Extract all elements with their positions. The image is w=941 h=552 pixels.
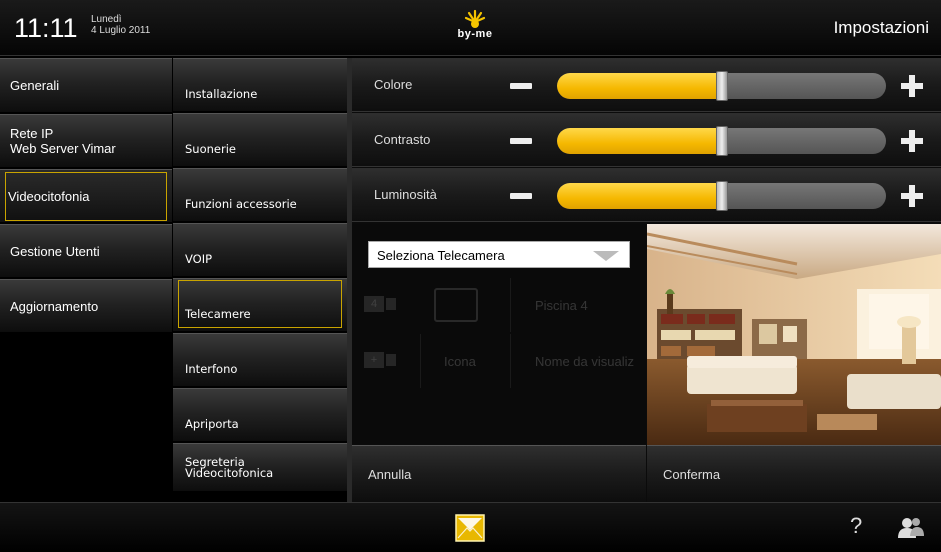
secondary-menu: Installazione Suonerie Funzioni accessor… [173,58,347,502]
slider-row-colore: Colore [352,58,941,112]
plus-icon[interactable] [901,185,923,207]
page-title: Impostazioni [833,18,929,37]
submenu-item-label: Installazione [185,87,258,101]
submenu-item-label: Segreteria Videocitofonica [185,454,274,480]
minus-icon[interactable] [510,138,532,144]
menu-item-label: Generali [10,78,60,93]
primary-menu: Generali Rete IP Web Server Vimar Videoc… [0,58,172,502]
menu-item-gestione-utenti[interactable]: Gestione Utenti [0,224,172,277]
camera-icon [386,354,396,366]
menu-item-label: Aggiornamento [10,298,99,314]
camera-preview-image [647,224,941,445]
minus-icon[interactable] [510,83,532,89]
plus-icon[interactable] [901,130,923,152]
menu-item-label: Videocitofonia [8,188,90,204]
icon-column-label: Icona [444,354,476,369]
day-name: Lunedì [91,14,122,25]
sun-logo-icon [464,9,486,28]
slider-fill [557,128,722,154]
camera-name: Piscina 4 [535,298,588,313]
add-badge: + [364,352,384,368]
menu-item-aggiornamento[interactable]: Aggiornamento [0,279,172,332]
confirm-button-label: Conferma [663,467,721,482]
cancel-button-label: Annulla [368,467,412,482]
camera-number-badge: 4 [364,296,384,312]
top-bar: 11:11 Lunedì 4 Luglio 2011 by-me Imposta… [0,0,941,56]
menu-item-label: Gestione Utenti [10,243,100,259]
date-text: 4 Luglio 2011 [91,25,151,36]
menu-item-rete-ip[interactable]: Rete IP Web Server Vimar [0,114,172,167]
users-icon[interactable] [898,516,924,538]
camera-select-value: Seleziona Telecamera [377,248,505,263]
cancel-button[interactable]: Annulla [352,445,646,502]
submenu-item-label: VOIP [185,252,213,266]
camera-select[interactable]: Seleziona Telecamera [368,241,630,268]
divider [510,334,511,388]
minus-icon[interactable] [510,193,532,199]
brand-logo: by-me [450,8,500,48]
selection-frame: Telecamere [178,280,342,328]
menu-item-generali[interactable]: Generali [0,58,172,112]
submenu-item-installazione[interactable]: Installazione [173,58,347,111]
date-display: Lunedì 4 Luglio 2011 [91,14,150,36]
slider-knob[interactable] [715,71,728,101]
slider-knob[interactable] [715,126,728,156]
room-icon [434,288,478,322]
submenu-item-telecamere[interactable]: Telecamere [173,278,347,331]
submenu-item-voip[interactable]: VOIP [173,223,347,276]
submenu-item-label: Suonerie [185,142,236,156]
brand-name: by-me [457,28,493,40]
settings-panel: Colore Contrasto Luminosità 4 Piscina 4 … [352,58,941,502]
submenu-item-apriporta[interactable]: Apriporta [173,388,347,441]
submenu-item-interfono[interactable]: Interfono [173,333,347,386]
submenu-item-label: Interfono [185,362,238,376]
camera-row: 4 Piscina 4 [352,278,646,332]
mail-icon[interactable] [455,514,485,542]
submenu-item-funzioni-accessorie[interactable]: Funzioni accessorie [173,168,347,221]
submenu-item-label: Telecamere [185,307,251,321]
camera-icon [386,298,396,310]
slider-label: Colore [374,77,413,92]
selection-frame: Videocitofonia [5,171,167,221]
submenu-item-suonerie[interactable]: Suonerie [173,113,347,166]
submenu-item-label: Funzioni accessorie [185,197,297,211]
clock: 11:11 [14,13,78,43]
divider [420,334,421,388]
slider-knob[interactable] [715,181,728,211]
menu-item-label: Rete IP Web Server Vimar [10,126,116,156]
slider-fill [557,183,722,209]
camera-list: 4 Piscina 4 + Icona Nome da visualiz Sel… [352,224,646,444]
name-column-label: Nome da visualiz [535,354,634,369]
slider-row-contrasto: Contrasto [352,113,941,167]
submenu-item-segreteria[interactable]: Segreteria Videocitofonica [173,443,347,491]
confirm-button[interactable]: Conferma [647,445,941,502]
divider [510,278,511,332]
slider-fill [557,73,722,99]
slider-label: Luminosità [374,187,437,202]
slider-label: Contrasto [374,132,431,147]
submenu-item-label: Apriporta [185,417,239,431]
menu-item-videocitofonia[interactable]: Videocitofonia [0,169,172,222]
camera-add-row: + Icona Nome da visualiz [352,334,646,388]
help-icon[interactable]: ? [850,513,862,539]
slider-row-luminosita: Luminosità [352,168,941,222]
plus-icon[interactable] [901,75,923,97]
chevron-down-icon [593,251,619,261]
